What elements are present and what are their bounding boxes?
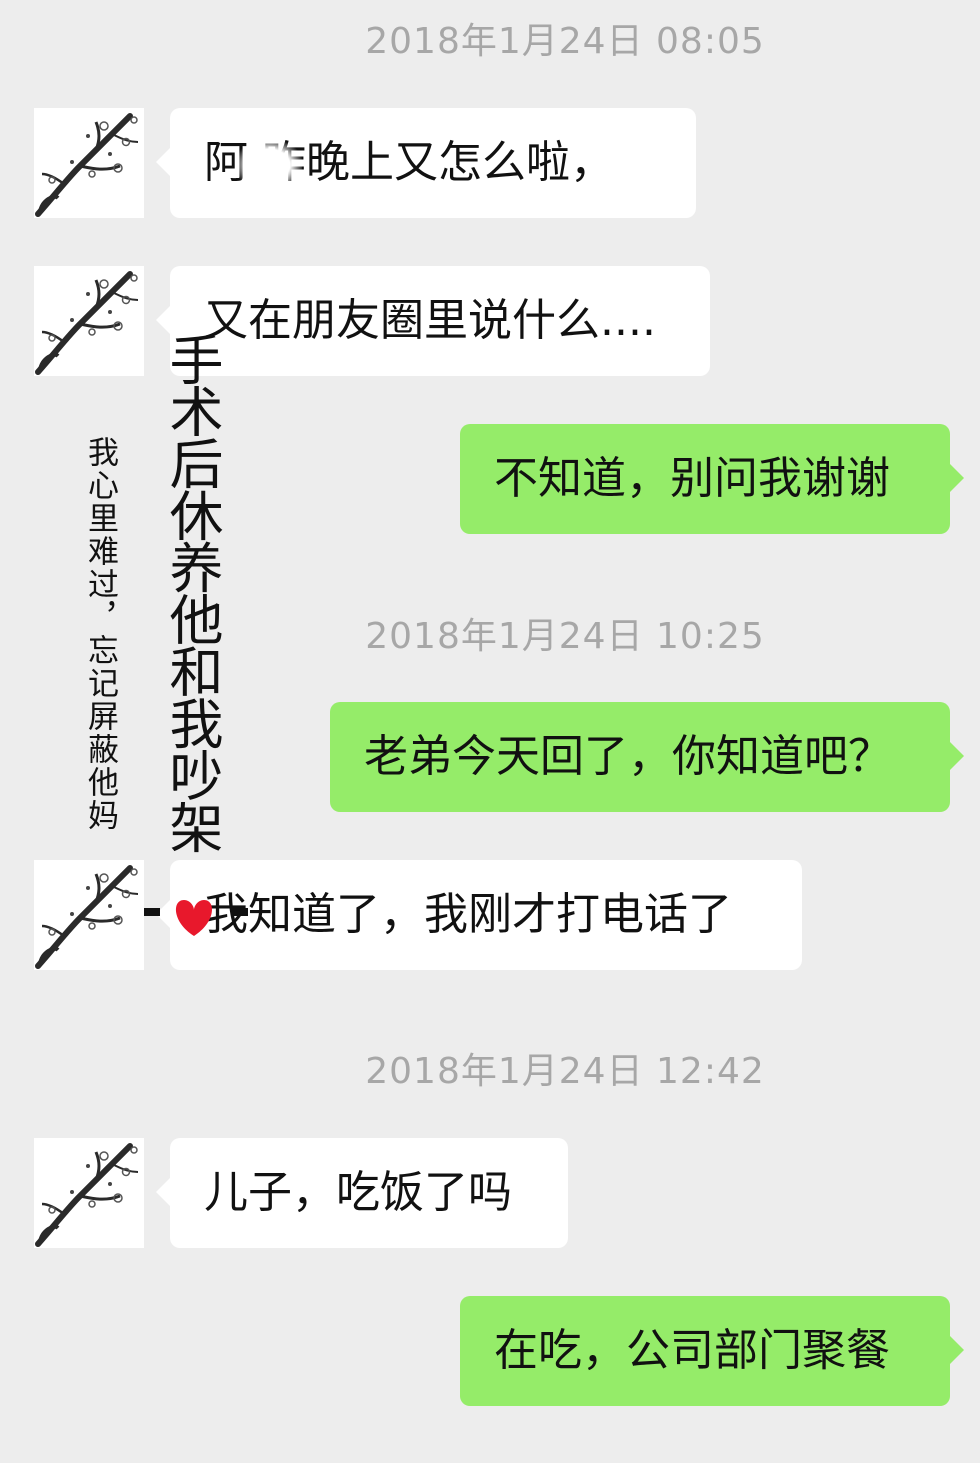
plum-branch-icon <box>35 1143 139 1247</box>
heart-icon <box>144 900 248 936</box>
plum-branch-icon <box>35 113 139 217</box>
message-sent[interactable]: 老弟今天回了，你知道吧？ <box>330 702 964 812</box>
handwritten-annotation-small: 我心里难过，忘记屏蔽他妈 <box>82 436 118 832</box>
message-sent[interactable]: 不知道，别问我谢谢 <box>460 424 964 534</box>
redaction-smudge <box>236 140 302 190</box>
contact-avatar[interactable] <box>34 860 144 970</box>
timestamp: 2018年1月24日 08:05 <box>365 21 765 62</box>
message-received[interactable]: 儿子，吃饭了吗 <box>156 1138 568 1248</box>
message-received[interactable]: 我知道了，我刚才打电话了 <box>156 860 802 970</box>
plum-branch-icon <box>35 271 139 375</box>
plum-branch-icon <box>35 865 139 969</box>
timestamp: 2018年1月24日 10:25 <box>365 616 765 657</box>
contact-avatar[interactable] <box>34 1138 144 1248</box>
message-sent[interactable]: 在吃，公司部门聚餐 <box>460 1296 964 1406</box>
message-received[interactable]: 又在朋友圈里说什么.... <box>156 266 710 376</box>
contact-avatar[interactable] <box>34 266 144 376</box>
handwritten-annotation-large: 手术后休养他和我吵架 <box>160 332 223 852</box>
contact-avatar[interactable] <box>34 108 144 218</box>
timestamp: 2018年1月24日 12:42 <box>365 1051 765 1092</box>
